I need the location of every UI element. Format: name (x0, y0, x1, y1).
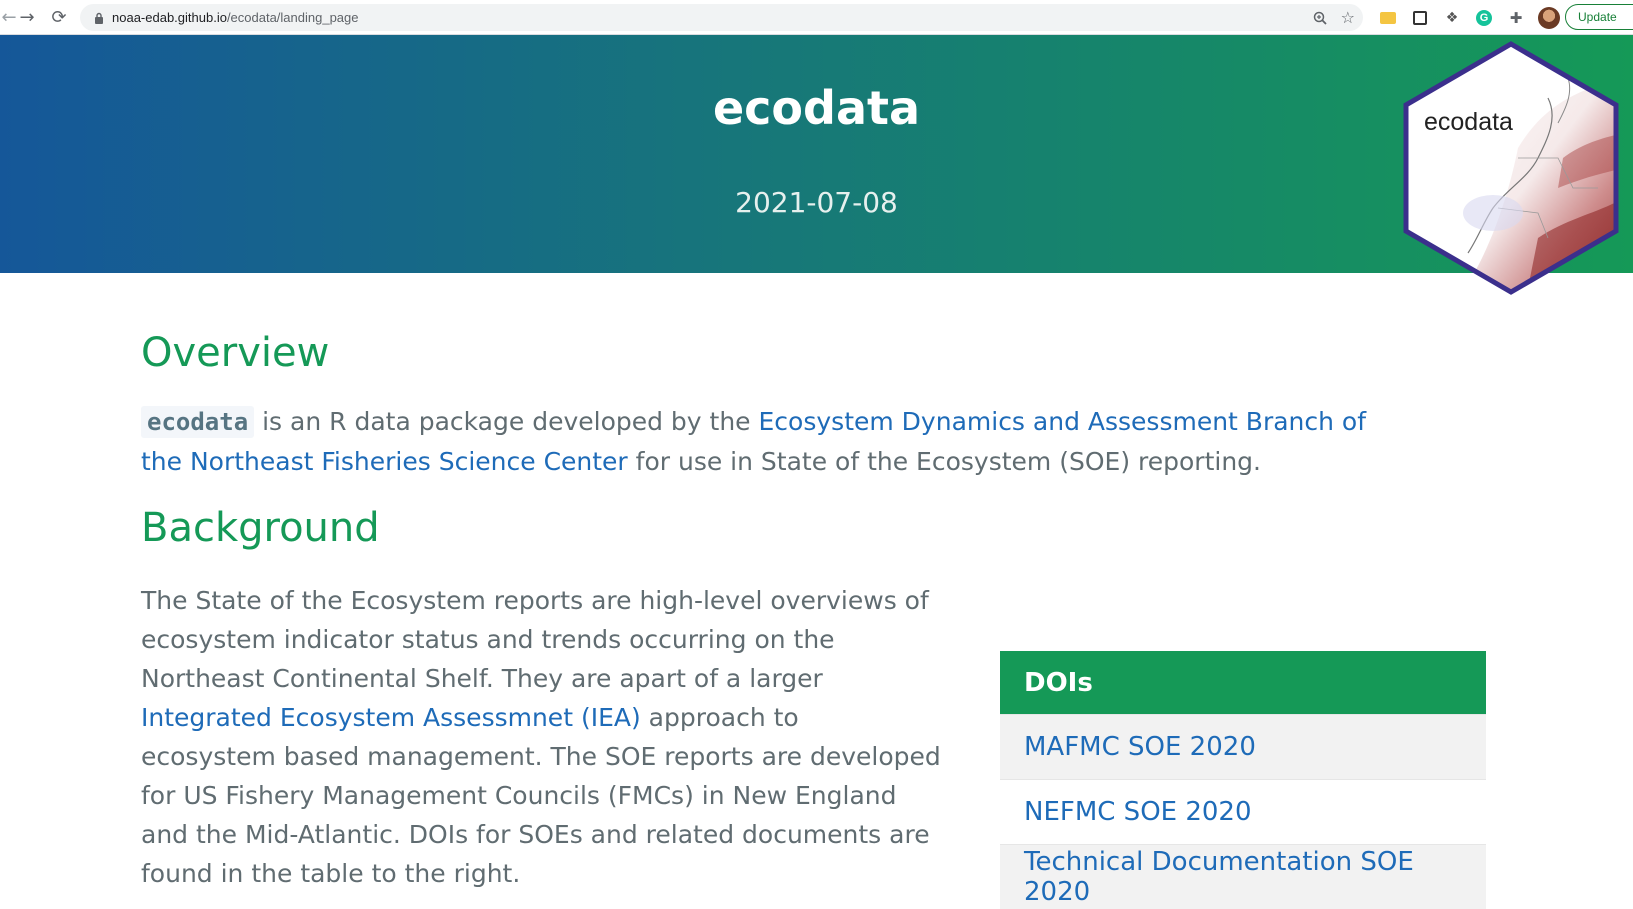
zoom-icon[interactable] (1313, 11, 1327, 25)
forward-arrow-icon[interactable]: → (14, 4, 40, 30)
background-heading: Background (141, 505, 1491, 551)
doi-table: DOIs MAFMC SOE 2020 NEFMC SOE 2020 Techn… (1000, 651, 1486, 909)
overview-text-2: for use in State of the Ecosystem (SOE) … (628, 447, 1261, 476)
overview-paragraph: ecodata is an R data package developed b… (141, 402, 1371, 481)
profile-avatar[interactable] (1538, 7, 1560, 29)
puzzle-extensions-icon[interactable]: ✚ (1506, 8, 1526, 28)
address-bar[interactable]: noaa-edab.github.io/ecodata/landing_page… (80, 4, 1363, 31)
site-date: 2021-07-08 (0, 186, 1633, 219)
background-paragraph: The State of the Ecosystem reports are h… (141, 581, 941, 893)
reload-icon[interactable]: ⟳ (46, 4, 72, 30)
doi-link-mafmc[interactable]: MAFMC SOE 2020 (1024, 732, 1256, 762)
overview-text-1: is an R data package developed by the (254, 407, 758, 436)
doi-link-nefmc[interactable]: NEFMC SOE 2020 (1024, 797, 1252, 827)
doi-table-header: DOIs (1000, 651, 1486, 715)
bookmark-star-icon[interactable]: ☆ (1341, 8, 1355, 27)
grammarly-extension-icon[interactable]: G (1474, 8, 1494, 28)
doi-link-technical-documentation[interactable]: Technical Documentation SOE 2020 (1024, 847, 1414, 907)
page-header-banner: ecodata 2021-07-08 (0, 35, 1633, 273)
dropbox-extension-icon[interactable]: ❖ (1442, 8, 1462, 28)
ecodata-hex-logo: ecodata (1398, 38, 1624, 298)
table-row: MAFMC SOE 2020 (1000, 715, 1486, 780)
lock-icon (94, 12, 104, 24)
background-text-1: The State of the Ecosystem reports are h… (141, 586, 929, 693)
iea-link[interactable]: Integrated Ecosystem Assessmnet (IEA) (141, 703, 641, 732)
update-button[interactable]: Update (1565, 4, 1633, 30)
reader-extension-icon[interactable] (1410, 8, 1430, 28)
package-name-code: ecodata (141, 406, 254, 438)
url-text: noaa-edab.github.io/ecodata/landing_page (112, 10, 359, 25)
table-row: NEFMC SOE 2020 (1000, 780, 1486, 845)
site-title: ecodata (0, 81, 1633, 135)
table-row: Technical Documentation SOE 2020 (1000, 845, 1486, 909)
logo-text: ecodata (1424, 108, 1513, 136)
folder-extension-icon[interactable] (1378, 8, 1398, 28)
overview-heading: Overview (141, 330, 1491, 376)
browser-toolbar: ← → ⟳ noaa-edab.github.io/ecodata/landin… (0, 0, 1633, 35)
